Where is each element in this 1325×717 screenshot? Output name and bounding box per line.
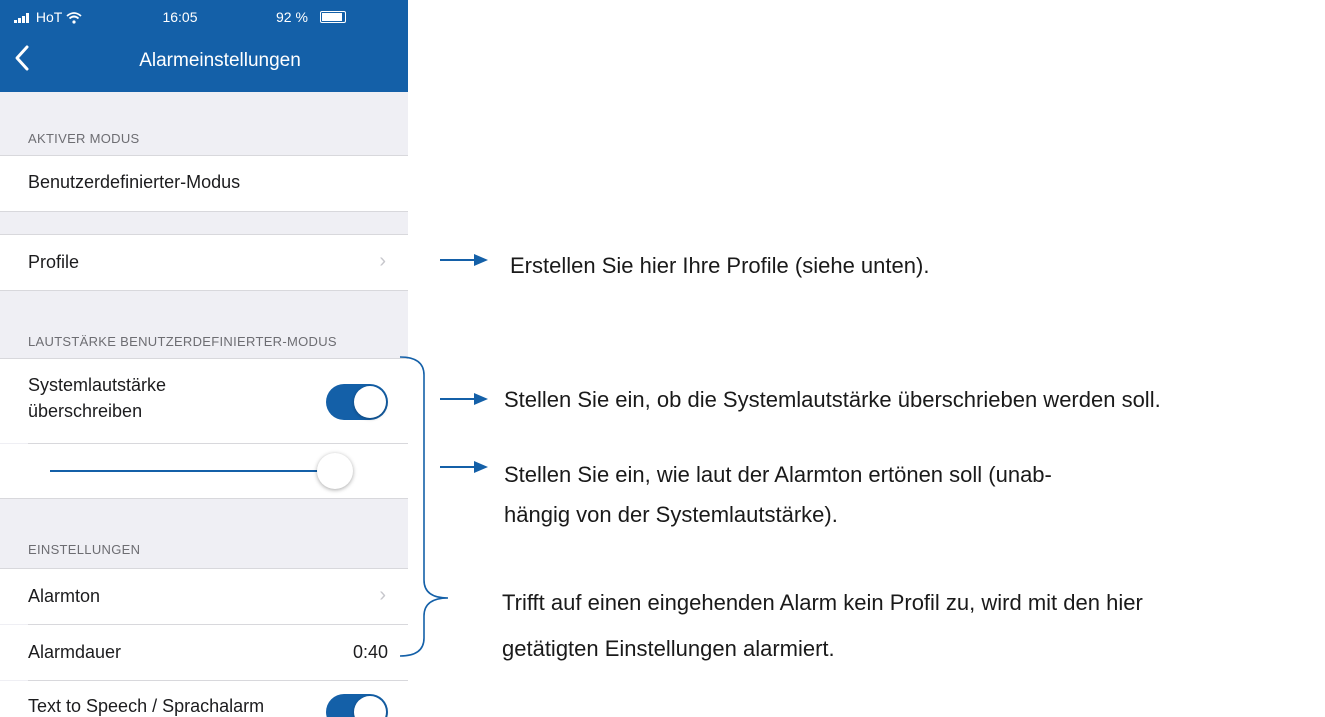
battery-icon <box>320 11 346 23</box>
tts-toggle[interactable] <box>326 694 388 717</box>
profiles-row[interactable]: Profile › <box>0 235 408 290</box>
alarm-duration-value: 0:40 <box>352 642 388 662</box>
note-slider-line1: Stellen Sie ein, wie laut der Alarmton e… <box>504 462 1052 487</box>
alarm-tone-row[interactable]: Alarmton › <box>0 569 408 624</box>
volume-slider-track[interactable] <box>50 470 335 472</box>
note-override: Stellen Sie ein, ob die Systemlautstärke… <box>504 387 1161 412</box>
override-volume-row: Systemlautstärke überschreiben <box>0 359 408 443</box>
phone-screen: HoT 16:05 92 % Alarmeinstellungen AKTIVE… <box>0 0 408 717</box>
status-bar: HoT 16:05 92 % <box>0 9 408 27</box>
note-default-line1: Trifft auf einen eingehenden Alarm kein … <box>502 590 1143 615</box>
profiles-label: Profile <box>28 252 80 272</box>
override-volume-label-line1: Systemlautstärke <box>28 375 167 395</box>
section-header-active-mode: AKTIVER MODUS <box>28 131 140 146</box>
chevron-right-icon: › <box>379 584 386 606</box>
override-volume-toggle[interactable] <box>326 384 388 420</box>
toggle-knob <box>354 696 386 717</box>
navigation-bar: HoT 16:05 92 % Alarmeinstellungen <box>0 0 408 92</box>
arrow-icon <box>440 393 488 405</box>
alarm-duration-row[interactable]: Alarmdauer 0:40 <box>0 625 408 680</box>
override-volume-label-line2: überschreiben <box>28 401 143 421</box>
active-mode-row[interactable]: Benutzerdefinierter-Modus <box>0 156 408 211</box>
tts-label: Text to Speech / Sprachalarm <box>28 696 265 716</box>
active-mode-value: Benutzerdefinierter-Modus <box>28 172 241 192</box>
arrow-icon <box>440 254 488 266</box>
chevron-right-icon: › <box>379 250 386 272</box>
tts-row: Text to Speech / Sprachalarm <box>0 681 408 717</box>
page-title: Alarmeinstellungen <box>139 50 301 71</box>
volume-slider-thumb[interactable] <box>317 453 353 489</box>
toggle-knob <box>354 386 386 418</box>
section-header-volume: LAUTSTÄRKE BENUTZERDEFINIERTER-MODUS <box>28 334 337 349</box>
alarm-tone-label: Alarmton <box>28 586 101 606</box>
note-slider: Stellen Sie ein, wie laut der Alarmton e… <box>504 455 1052 535</box>
volume-slider-row <box>0 444 408 498</box>
arrow-icon <box>440 461 488 473</box>
note-profiles: Erstellen Sie hier Ihre Profile (siehe u… <box>510 253 930 278</box>
note-default-line2: getätigten Einstellungen alarmiert. <box>502 636 835 661</box>
note-default-settings: Trifft auf einen eingehenden Alarm kein … <box>502 580 1143 672</box>
battery-percent: 92 % <box>276 9 308 25</box>
alarm-duration-label: Alarmdauer <box>28 642 122 662</box>
note-slider-line2: hängig von der Systemlautstärke). <box>504 502 838 527</box>
section-header-settings: EINSTELLUNGEN <box>28 542 141 557</box>
override-volume-label: Systemlautstärke überschreiben <box>28 372 166 424</box>
